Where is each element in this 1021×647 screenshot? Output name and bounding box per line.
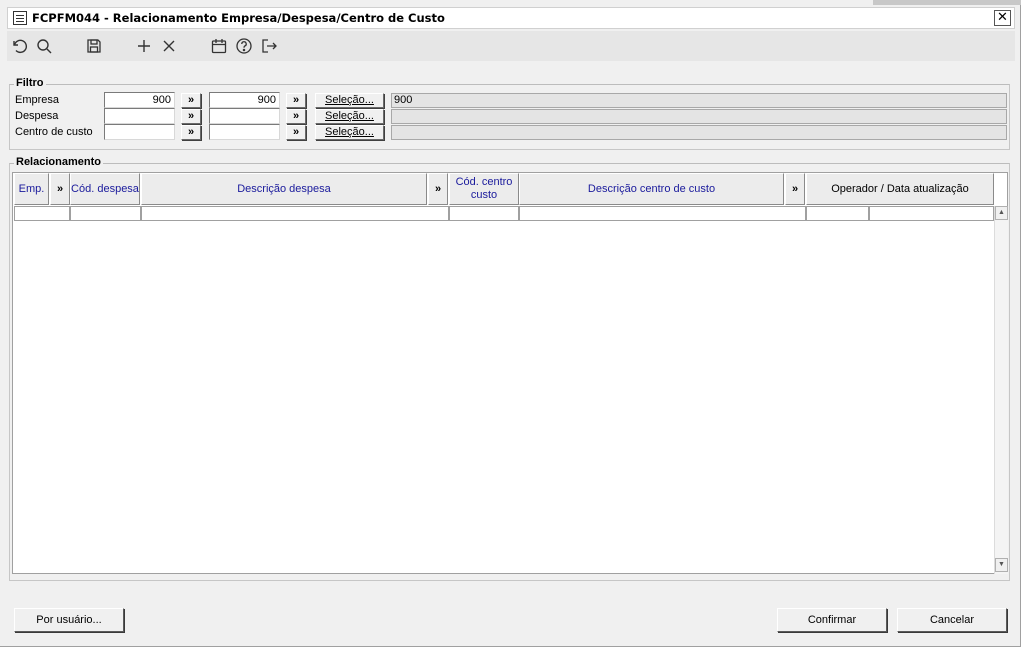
cancelar-button[interactable]: Cancelar (897, 608, 1007, 632)
toolbar (7, 31, 1015, 61)
centro-custo-selecao-label: Seleção... (325, 126, 374, 138)
empresa-label: Empresa (15, 94, 60, 106)
confirmar-button[interactable]: Confirmar (777, 608, 887, 632)
document-icon (13, 11, 27, 25)
centro-custo-to-input[interactable] (209, 124, 280, 140)
col-header-cod-centro[interactable]: Cód. centro custo (449, 173, 519, 205)
centro-custo-to-lookup-button[interactable]: » (286, 125, 306, 140)
empresa-selecao-label: Seleção... (325, 94, 374, 106)
grid-vertical-scrollbar[interactable]: ▲ ▼ (994, 206, 1008, 574)
centro-custo-from-lookup-button[interactable]: » (181, 125, 201, 140)
col-header-desc-despesa[interactable]: Descrição despesa (141, 173, 427, 205)
close-button[interactable]: ✕ (994, 10, 1011, 26)
centro-custo-selecao-button[interactable]: Seleção... (315, 125, 384, 140)
cell-cod-centro[interactable] (449, 206, 519, 221)
empresa-from-lookup-button[interactable]: » (181, 93, 201, 108)
despesa-to-input[interactable] (209, 108, 280, 124)
despesa-selecao-label: Seleção... (325, 110, 374, 122)
main-window: FCPFM044 - Relacionamento Empresa/Despes… (0, 0, 1021, 647)
despesa-selecao-button[interactable]: Seleção... (315, 109, 384, 124)
cell-cod-despesa[interactable] (70, 206, 141, 221)
despesa-to-lookup-button[interactable]: » (286, 109, 306, 124)
centro-custo-from-input[interactable] (104, 124, 175, 140)
delete-icon[interactable] (160, 37, 180, 55)
cell-desc-centro[interactable] (519, 206, 806, 221)
filtro-legend: Filtro (14, 77, 46, 89)
empresa-description: 900 (391, 93, 1007, 108)
search-icon[interactable] (35, 37, 55, 55)
empresa-from-input[interactable]: 900 (104, 92, 175, 108)
cell-desc-despesa[interactable] (141, 206, 449, 221)
window-title: FCPFM044 - Relacionamento Empresa/Despes… (32, 11, 445, 25)
help-icon[interactable] (235, 37, 255, 55)
despesa-from-lookup-button[interactable]: » (181, 109, 201, 124)
col-header-operador[interactable]: Operador / Data atualização (806, 173, 994, 205)
add-icon[interactable] (135, 37, 155, 55)
undo-icon[interactable] (10, 37, 30, 55)
cell-data-atualizacao[interactable] (869, 206, 994, 221)
cell-emp[interactable] (14, 206, 70, 221)
empresa-to-input[interactable]: 900 (209, 92, 280, 108)
centro-custo-label: Centro de custo (15, 126, 93, 138)
col-header-desc-centro[interactable]: Descrição centro de custo (519, 173, 784, 205)
relacionamento-grid[interactable]: Emp. » Cód. despesa Descrição despesa » … (12, 172, 1008, 574)
save-icon[interactable] (85, 37, 105, 55)
exit-icon[interactable] (260, 37, 280, 55)
despesa-label: Despesa (15, 110, 59, 122)
col-header-centro-lookup[interactable]: » (785, 173, 805, 205)
col-header-despesa-lookup[interactable]: » (428, 173, 448, 205)
despesa-from-input[interactable] (104, 108, 175, 124)
col-header-cod-despesa[interactable]: Cód. despesa (70, 173, 140, 205)
top-strip (873, 0, 1021, 5)
por-usuario-button[interactable]: Por usuário... (14, 608, 124, 632)
scroll-up-icon[interactable]: ▲ (995, 206, 1008, 220)
cell-operador[interactable] (806, 206, 869, 221)
despesa-description (391, 109, 1007, 124)
col-header-emp[interactable]: Emp. (14, 173, 49, 205)
scroll-down-icon[interactable]: ▼ (995, 558, 1008, 572)
empresa-selecao-button[interactable]: Seleção... (315, 93, 384, 108)
relacionamento-legend: Relacionamento (14, 156, 103, 168)
col-header-emp-lookup[interactable]: » (50, 173, 70, 205)
calendar-icon[interactable] (210, 37, 230, 55)
centro-custo-description (391, 125, 1007, 140)
empresa-to-lookup-button[interactable]: » (286, 93, 306, 108)
title-bar: FCPFM044 - Relacionamento Empresa/Despes… (7, 7, 1015, 29)
